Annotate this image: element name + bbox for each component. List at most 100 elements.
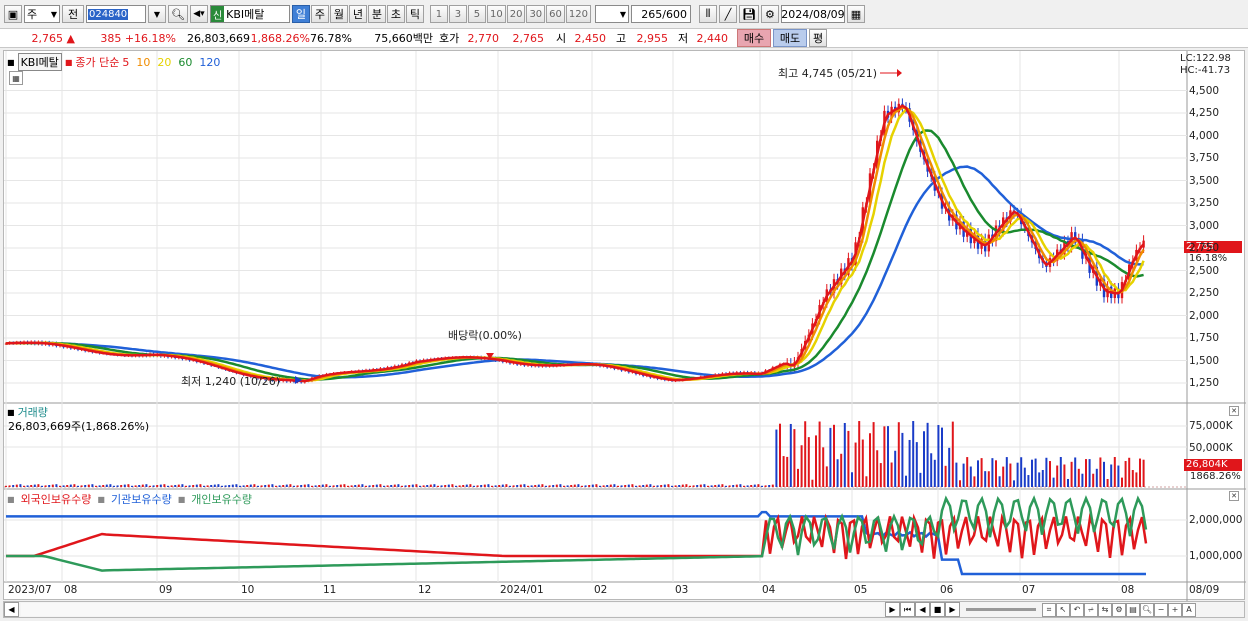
undo-icon[interactable]: ↶	[1070, 602, 1084, 617]
zoom-icon[interactable]: 🔍︎	[1140, 602, 1154, 617]
search-icon[interactable]: 🔍︎	[168, 5, 188, 23]
date-input[interactable]: 2024/08/09	[780, 5, 845, 23]
table-icon[interactable]: ▦	[9, 71, 23, 85]
buy-button[interactable]: 매수	[737, 29, 771, 47]
volume-bar	[707, 485, 709, 487]
volume-bar	[1106, 479, 1109, 487]
volume-bar	[1005, 457, 1008, 487]
count-input[interactable]: 265/600	[631, 5, 691, 23]
holdings-legend-item[interactable]: 개인보유수량	[191, 491, 252, 507]
save-icon[interactable]: 💾︎	[739, 5, 759, 23]
ma120-line	[5, 165, 1144, 379]
interval-tab[interactable]: 120	[565, 5, 591, 23]
interval-tab[interactable]: 30	[526, 5, 546, 23]
volume-bar	[797, 468, 799, 487]
count-dropdown[interactable]: ▼	[595, 5, 629, 23]
holdings-legend-item[interactable]: 기관보유수량	[111, 491, 172, 507]
period-tab[interactable]: 초	[386, 5, 405, 23]
volume-bar	[336, 485, 339, 487]
axis-tick-label: 3,500	[1189, 174, 1220, 187]
sell-button[interactable]: 매도	[773, 29, 807, 47]
plus-icon[interactable]: +	[1168, 602, 1182, 617]
volume-bar	[361, 484, 364, 487]
volume-bar	[12, 485, 15, 487]
period-tab[interactable]: 월	[329, 5, 348, 23]
prev-button[interactable]: 전	[62, 5, 84, 23]
close-panel-icon[interactable]: ✕	[1229, 406, 1239, 416]
axis-tick-label: 4,250	[1189, 107, 1220, 119]
gear-icon[interactable]: ⚙	[760, 5, 779, 23]
period-tab[interactable]: 년	[348, 5, 367, 23]
stock-code-value: 024840	[88, 8, 129, 20]
current-price: 2,765 ▲	[31, 31, 75, 45]
draw-line-icon[interactable]: ╱	[719, 5, 737, 23]
first-icon[interactable]: ⏮	[900, 602, 915, 617]
minus-icon[interactable]: −	[1154, 602, 1168, 617]
scroll-right-icon[interactable]: ▶	[885, 602, 900, 617]
chart-canvas[interactable]	[4, 51, 1246, 601]
ma-legend-item[interactable]: 120	[199, 56, 220, 69]
code-dropdown-icon[interactable]: ▼	[148, 5, 166, 23]
ma-legend-item[interactable]: 10	[136, 56, 150, 69]
volume-bar	[314, 485, 317, 487]
interval-tab[interactable]: 20	[506, 5, 526, 23]
interval-tab[interactable]: 60	[546, 5, 565, 23]
period-tab[interactable]: 주	[310, 5, 329, 23]
volume-bar	[1023, 467, 1026, 487]
holdings-legend: ■ 외국인보유수량 ■ 기관보유수량 ■ 개인보유수량	[7, 491, 252, 507]
period-tab[interactable]: 틱	[405, 5, 424, 23]
scrollbar-track[interactable]	[21, 603, 883, 616]
legend-type: 종가 단순	[75, 56, 120, 69]
ma-legend-item[interactable]: 20	[157, 56, 171, 69]
x-axis-label: 11	[323, 584, 337, 596]
ma-legend-item[interactable]: 60	[178, 56, 192, 69]
volume-bar	[667, 484, 670, 487]
prev-icon[interactable]: ◀	[915, 602, 930, 617]
window-menu-icon[interactable]: ▣	[4, 5, 22, 23]
calendar-icon[interactable]: ▦	[846, 5, 865, 23]
holdings-legend-item[interactable]: 외국인보유수량	[21, 491, 92, 507]
volume-bar	[509, 485, 511, 487]
stock-name-box[interactable]: 신 KBI메탈	[209, 5, 290, 23]
ma-legend-item[interactable]: 5	[122, 56, 129, 69]
font-icon[interactable]: A	[1182, 602, 1196, 617]
period-type-select[interactable]: 주 ▼	[24, 5, 60, 23]
volume-bar	[584, 485, 587, 487]
speaker-icon[interactable]: ◀▾	[189, 5, 208, 23]
interval-tab[interactable]: 1	[429, 5, 448, 23]
stock-name-tag[interactable]: KBI메탈	[17, 53, 62, 71]
grid-icon[interactable]: ⌗	[1042, 602, 1056, 617]
volume-bar	[1088, 459, 1091, 487]
volume-bar	[23, 485, 25, 487]
settings-icon[interactable]: ⚙	[1112, 602, 1126, 617]
zoom-slider[interactable]	[966, 608, 1036, 611]
volume-bar	[1142, 459, 1145, 487]
volume-bar	[566, 485, 569, 487]
interval-tab[interactable]: 3	[448, 5, 467, 23]
volume-bar	[768, 485, 771, 487]
volume-bar	[1077, 468, 1080, 487]
volume-bar	[264, 485, 267, 487]
volume-bar	[984, 471, 987, 487]
chart-type-icon[interactable]: ⩫	[1084, 602, 1098, 617]
interval-tab[interactable]: 5	[467, 5, 486, 23]
interval-tab[interactable]: 10	[486, 5, 506, 23]
candle-settings-icon[interactable]: ⫴	[699, 5, 717, 23]
volume-bar	[483, 484, 486, 487]
cursor-icon[interactable]: ↖	[1056, 602, 1070, 617]
x-axis-label: 09	[159, 584, 173, 596]
stop-icon[interactable]: ■	[930, 602, 945, 617]
layout-icon[interactable]: ▤	[1126, 602, 1140, 617]
period-tab[interactable]: 분	[367, 5, 386, 23]
stock-code-input[interactable]: 024840	[86, 5, 146, 23]
scroll-left-icon[interactable]: ◀	[4, 602, 19, 617]
play-icon[interactable]: ▶	[945, 602, 960, 617]
volume-bar	[51, 484, 54, 487]
compare-icon[interactable]: ⇆	[1098, 602, 1112, 617]
avg-button[interactable]: 평	[809, 29, 827, 47]
volume-bar	[105, 484, 108, 487]
volume-bar	[84, 485, 87, 487]
chart-area[interactable]: ■ KBI메탈 ■ 종가 단순 5 10 20 60 120 ▦ LC:122.98 H…	[3, 50, 1246, 601]
close-panel-icon[interactable]: ✕	[1229, 491, 1239, 501]
period-tab[interactable]: 일	[291, 5, 310, 23]
